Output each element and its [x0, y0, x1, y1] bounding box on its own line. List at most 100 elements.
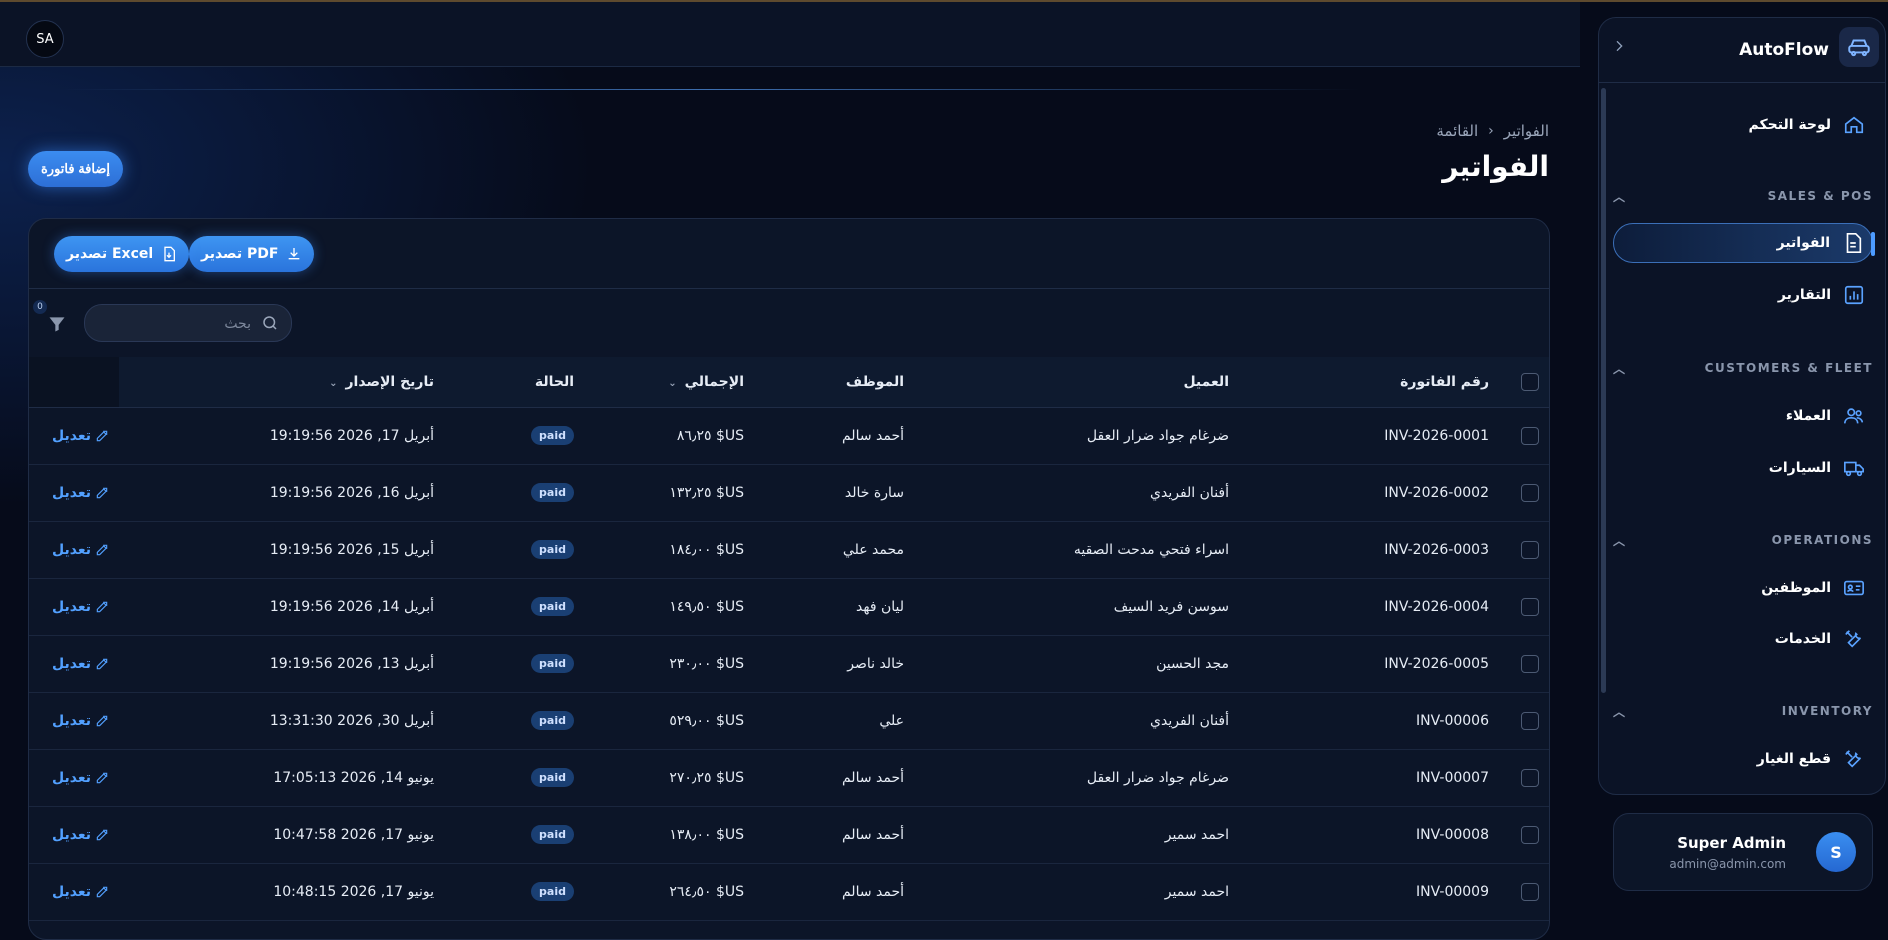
id-card-icon: [1844, 580, 1864, 596]
sidebar-item-services[interactable]: الخدمات: [1613, 619, 1873, 659]
invoice-no-cell[interactable]: INV-00008: [1239, 806, 1499, 864]
table-row[interactable]: تعديل أبريل 17, 2026 19:19:56 paid ‏US$ ٨٦٫…: [29, 407, 1549, 465]
invoice-no-cell[interactable]: INV-2026-0004: [1239, 578, 1499, 636]
customer-cell: أفنان الفريدي: [914, 692, 1239, 750]
total-header[interactable]: ⌄ الإجمالي: [584, 357, 754, 408]
edit-link[interactable]: تعديل: [52, 884, 109, 900]
breadcrumb-root[interactable]: الفواتير: [1504, 122, 1549, 140]
edit-link[interactable]: تعديل: [52, 599, 109, 615]
truck-icon: [1844, 461, 1864, 477]
header-divider: [60, 89, 1360, 90]
edit-link[interactable]: تعديل: [52, 713, 109, 729]
edit-link[interactable]: تعديل: [52, 542, 109, 558]
row-checkbox[interactable]: [1521, 597, 1539, 616]
actions-cell: تعديل: [29, 578, 119, 636]
status-badge: paid: [531, 654, 574, 673]
invoice-no-cell[interactable]: INV-00007: [1239, 749, 1499, 807]
filter-count-badge: 0: [33, 300, 47, 314]
status-badge: paid: [531, 882, 574, 901]
add-invoice-button[interactable]: إضافة فاتورة: [28, 151, 123, 187]
sidebar-item-dashboard[interactable]: لوحة التحكم: [1613, 105, 1873, 145]
issue-date-cell: يونيو 17, 2026 10:47:58: [119, 806, 444, 864]
section-customers[interactable]: ︿ CUSTOMERS & FLEET: [1613, 358, 1873, 378]
table-row[interactable]: تعديل أبريل 15, 2026 19:19:56 paid ‏US$ ١٨٤…: [29, 521, 1549, 579]
status-cell: paid: [444, 578, 584, 636]
status-badge: paid: [531, 540, 574, 559]
issue-date-cell: أبريل 14, 2026 19:19:56: [119, 578, 444, 636]
issue-date-cell: أبريل 13, 2026 19:19:56: [119, 635, 444, 693]
sidebar-item-clients[interactable]: العملاء: [1613, 396, 1873, 436]
table-row[interactable]: تعديل أبريل 30, 2026 13:31:30 paid ‏US$ ٥٢٩…: [29, 692, 1549, 750]
invoice-no-cell[interactable]: INV-00006: [1239, 692, 1499, 750]
sidebar-item-employees[interactable]: الموظفين: [1613, 568, 1873, 608]
row-checkbox[interactable]: [1521, 483, 1539, 502]
row-checkbox[interactable]: [1521, 426, 1539, 445]
sidebar-item-label: الخدمات: [1774, 631, 1831, 647]
actions-cell: تعديل: [29, 464, 119, 522]
invoice-no-cell[interactable]: INV-2026-0002: [1239, 464, 1499, 522]
select-cell: [1499, 749, 1549, 807]
table-row[interactable]: تعديل أبريل 16, 2026 19:19:56 paid ‏US$ ١٣٢…: [29, 464, 1549, 522]
row-checkbox[interactable]: [1521, 540, 1539, 559]
customer-cell: احمد سمير: [914, 863, 1239, 921]
actions-cell: تعديل: [29, 521, 119, 579]
invoice-no-cell[interactable]: INV-2026-0001: [1239, 407, 1499, 465]
issue-date-header[interactable]: ⌄ تاريخ الإصدار: [119, 357, 444, 408]
sidebar-item-cars[interactable]: السيارات: [1613, 448, 1873, 488]
chevron-right-icon[interactable]: [1611, 38, 1627, 54]
user-card[interactable]: Super Admin admin@admin.com S: [1613, 813, 1873, 891]
invoice-no-cell[interactable]: INV-2026-0005: [1239, 635, 1499, 693]
select-all-checkbox[interactable]: [1521, 372, 1539, 391]
row-checkbox[interactable]: [1521, 825, 1539, 844]
issue-date-cell: أبريل 17, 2026 19:19:56: [119, 407, 444, 465]
sidebar-item-label: السيارات: [1768, 460, 1831, 476]
edit-link[interactable]: تعديل: [52, 428, 109, 444]
invoice-no-cell[interactable]: INV-00009: [1239, 863, 1499, 921]
total-cell: ‏US$ ٥٢٩٫٠٠: [584, 692, 754, 750]
table-row[interactable]: تعديل أبريل 13, 2026 19:19:56 paid ‏US$ ٢٣٠…: [29, 635, 1549, 693]
tools-icon: [1845, 630, 1862, 648]
edit-link[interactable]: تعديل: [52, 656, 109, 672]
edit-link[interactable]: تعديل: [52, 485, 109, 501]
select-cell: [1499, 635, 1549, 693]
row-checkbox[interactable]: [1521, 882, 1539, 901]
section-operations[interactable]: ︿ OPERATIONS: [1613, 530, 1873, 550]
section-inventory[interactable]: ︿ INVENTORY: [1613, 701, 1873, 721]
sidebar-item-invoices[interactable]: الفواتير: [1613, 223, 1875, 263]
table-row[interactable]: تعديل أبريل 14, 2026 19:19:56 paid ‏US$ ١٤٩…: [29, 578, 1549, 636]
sidebar-scrollbar[interactable]: [1601, 88, 1606, 693]
export-excel-button[interactable]: تصدير Excel: [54, 236, 190, 272]
table-row[interactable]: تعديل يونيو 17, 2026 10:47:58 paid ‏US$ ١٣٨…: [29, 806, 1549, 864]
row-checkbox[interactable]: [1521, 654, 1539, 673]
invoice-no-cell[interactable]: INV-2026-0003: [1239, 521, 1499, 579]
select-all-cell: [1499, 357, 1549, 408]
table-row[interactable]: تعديل يونيو 17, 2026 10:48:15 paid ‏US$ ٢٦٤…: [29, 863, 1549, 921]
table-row[interactable]: تعديل يونيو 14, 2026 17:05:13 paid ‏US$ ٢٧٠…: [29, 749, 1549, 807]
customer-cell: ضرغام جواد ضرار العقل: [914, 749, 1239, 807]
edit-link[interactable]: تعديل: [52, 827, 109, 843]
edit-icon: [96, 487, 108, 498]
file-download-icon: [164, 246, 176, 262]
chevron-up-icon: ︿: [1613, 704, 1627, 719]
row-checkbox[interactable]: [1521, 711, 1539, 730]
select-cell: [1499, 464, 1549, 522]
sidebar-item-reports[interactable]: التقارير: [1613, 275, 1873, 315]
chevron-left-icon: ‹: [1488, 123, 1494, 139]
total-cell: ‏US$ ١٨٤٫٠٠: [584, 521, 754, 579]
table-header-row: ⌄ تاريخ الإصدار الحالة ⌄ الإجمالي الموظف ا…: [29, 357, 1549, 408]
sidebar-item-label: التقارير: [1777, 287, 1831, 303]
export-toolbar: تصدير PDF تصدير Excel: [29, 219, 1549, 289]
edit-icon: [96, 772, 108, 783]
section-sales[interactable]: ︿ SALES & POS: [1613, 186, 1873, 206]
user-avatar[interactable]: SA: [26, 20, 64, 58]
filter-icon[interactable]: [47, 314, 67, 334]
row-checkbox[interactable]: [1521, 768, 1539, 787]
car-logo-icon: [1839, 27, 1879, 67]
status-badge: paid: [531, 768, 574, 787]
sidebar-item-parts[interactable]: قطع الغيار: [1613, 739, 1873, 779]
edit-link[interactable]: تعديل: [52, 770, 109, 786]
export-pdf-button[interactable]: تصدير PDF: [189, 236, 315, 272]
search-input[interactable]: [99, 305, 253, 343]
user-card-avatar: S: [1816, 832, 1856, 872]
chart-icon: [1844, 285, 1864, 305]
